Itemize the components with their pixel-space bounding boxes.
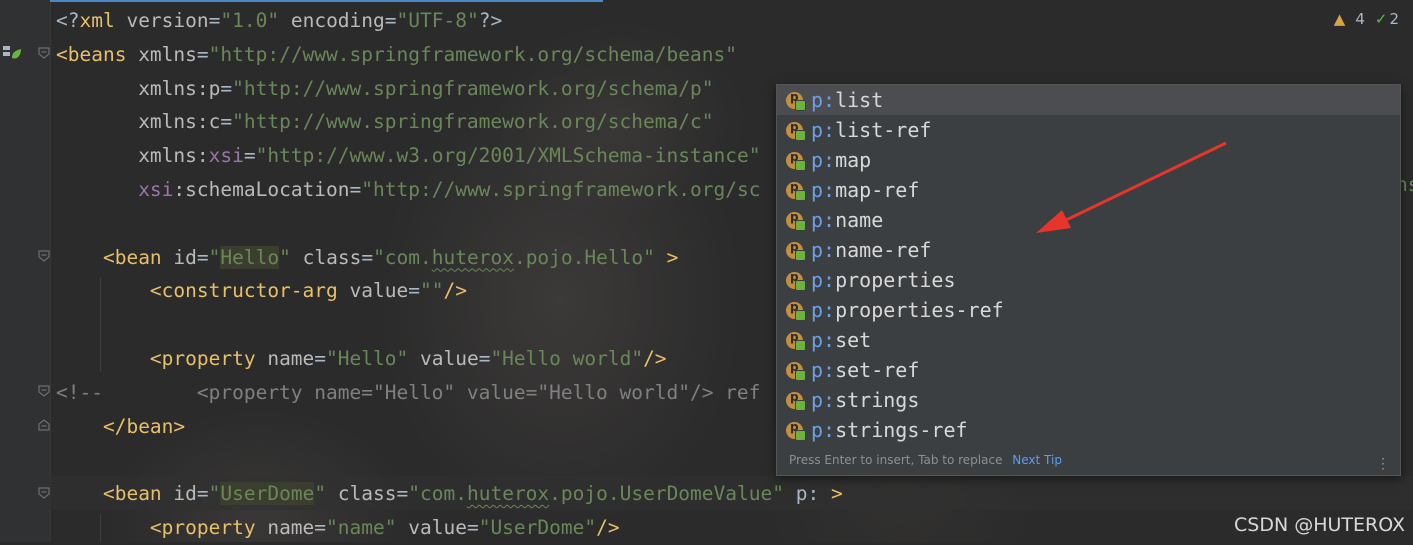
watermark: CSDN @HUTEROX (1234, 514, 1405, 536)
arrow-shaft (1061, 141, 1227, 224)
annotation-arrow (1036, 141, 1227, 233)
arrow-head (1036, 210, 1071, 233)
